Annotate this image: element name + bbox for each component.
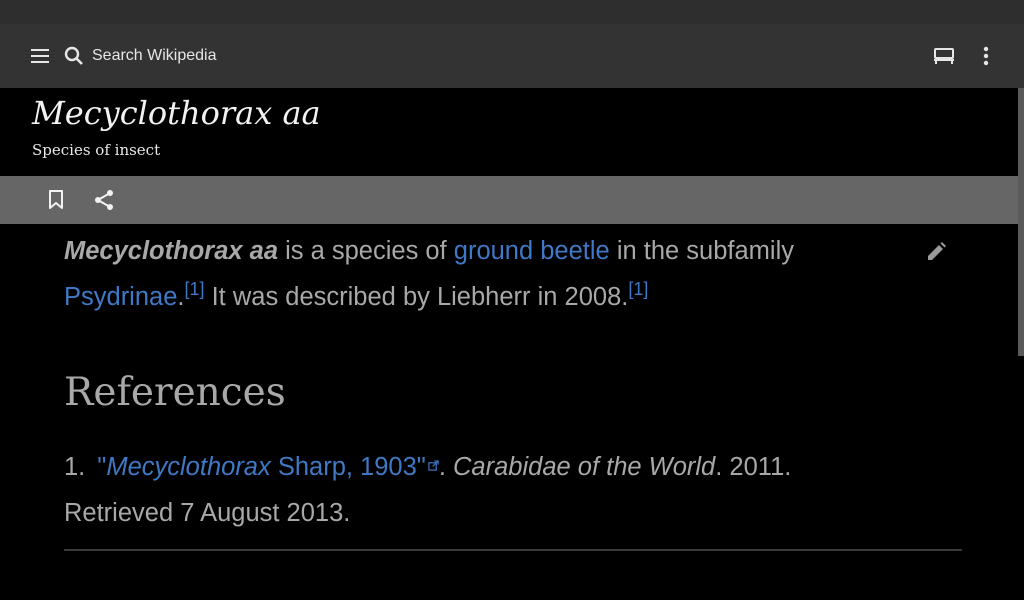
more-vertical-icon bbox=[983, 46, 989, 66]
divider bbox=[64, 549, 962, 551]
reference-retrieved: Retrieved 7 August 2013. bbox=[64, 499, 351, 527]
save-button[interactable] bbox=[38, 182, 74, 218]
search-bar[interactable]: Search Wikipedia bbox=[62, 38, 362, 74]
external-link-icon bbox=[428, 460, 439, 471]
hamburger-menu-icon bbox=[31, 49, 49, 63]
lead-text: It was described by Liebherr in 2008. bbox=[204, 283, 629, 311]
reading-list-icon bbox=[934, 48, 954, 64]
lead-text: in the subfamily bbox=[609, 237, 794, 265]
link-psydrinae[interactable]: Psydrinae bbox=[64, 283, 177, 311]
share-button[interactable] bbox=[86, 182, 122, 218]
list-item: 1. "Mecyclothorax Sharp, 1903". Carabidae… bbox=[64, 444, 884, 536]
search-placeholder: Search Wikipedia bbox=[92, 47, 217, 64]
lead-text: is a species of bbox=[278, 237, 454, 265]
reference-number: 1. bbox=[64, 453, 86, 481]
lead-paragraph: Mecyclothorax aa is a species of ground … bbox=[64, 228, 864, 320]
link-quote: " bbox=[416, 453, 426, 481]
lead-text: . bbox=[177, 283, 185, 311]
bookmark-icon bbox=[49, 190, 63, 209]
share-icon bbox=[95, 190, 113, 210]
lead-term: Mecyclothorax aa bbox=[64, 237, 279, 265]
citation-link[interactable]: [1] bbox=[185, 279, 205, 299]
citation-link[interactable]: [1] bbox=[628, 279, 648, 299]
reference-work: Carabidae of the World bbox=[453, 453, 716, 481]
reference-title-italic: Mecyclothorax bbox=[106, 453, 271, 481]
edit-section-button[interactable] bbox=[918, 234, 954, 270]
link-quote: " bbox=[97, 453, 107, 481]
reference-title: Sharp, 1903 bbox=[270, 453, 417, 481]
link-ground-beetle[interactable]: ground beetle bbox=[454, 237, 610, 265]
overflow-menu-button[interactable] bbox=[968, 38, 1004, 74]
article-lead: Mecyclothorax aa is a species of ground … bbox=[64, 228, 864, 320]
reading-list-button[interactable] bbox=[926, 38, 962, 74]
page-title: Mecyclothorax aa bbox=[32, 94, 321, 132]
references-heading: References bbox=[64, 370, 286, 415]
top-toolbar: Search Wikipedia bbox=[0, 24, 1024, 88]
pencil-icon bbox=[928, 242, 946, 260]
page-description: Species of insect bbox=[32, 141, 161, 159]
scrollbar[interactable] bbox=[1018, 88, 1024, 356]
status-bar bbox=[0, 0, 1024, 24]
search-icon bbox=[64, 46, 83, 65]
references-list: 1. "Mecyclothorax Sharp, 1903". Carabidae… bbox=[64, 444, 884, 536]
reference-text: . 2011. bbox=[715, 453, 792, 481]
article-header: Mecyclothorax aa Species of insect bbox=[0, 88, 1020, 176]
reference-external-link[interactable]: "Mecyclothorax Sharp, 1903" bbox=[97, 453, 439, 481]
menu-button[interactable] bbox=[22, 38, 58, 74]
article-action-bar bbox=[0, 176, 1020, 224]
reference-text: . bbox=[438, 453, 454, 481]
